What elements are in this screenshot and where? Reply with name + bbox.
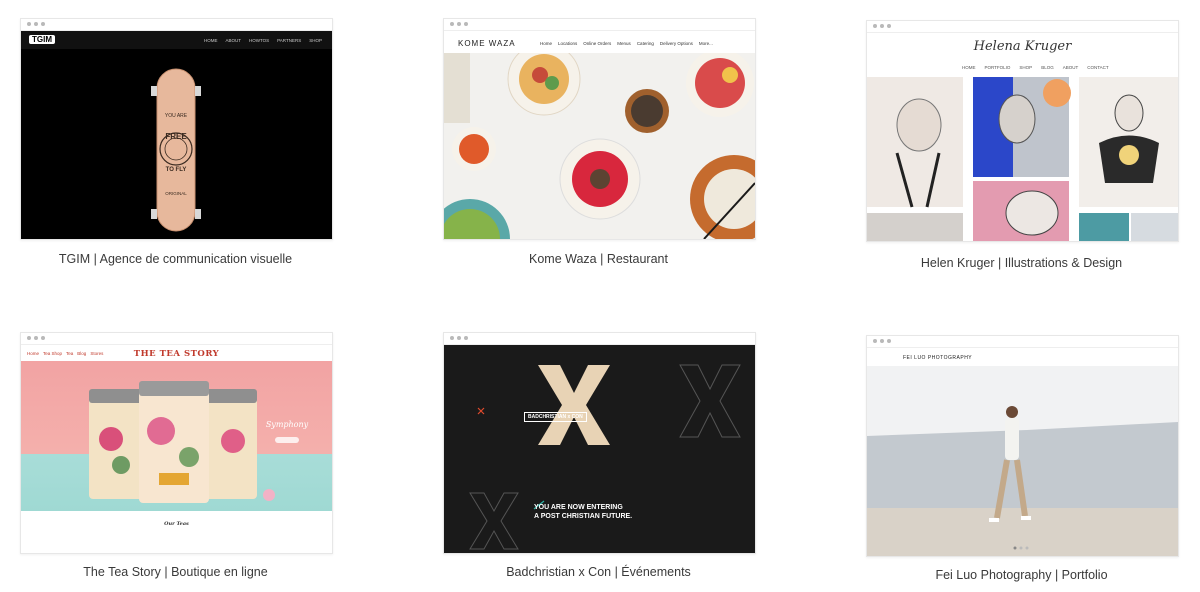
site-preview-fei-luo[interactable]: FEI LUO PHOTOGRAPHY	[866, 335, 1179, 557]
tea-hero-text: Symphony	[266, 420, 309, 429]
skateboard-illustration: YOU ARE FREE TO FLY ORIGINAL	[151, 68, 201, 232]
window-dots-icon	[873, 339, 891, 343]
nav-item[interactable]: Home	[540, 41, 552, 46]
site-preview-badchristian[interactable]: BADCHRISTIAN x CON YOU ARE NOW ENTERING …	[443, 332, 756, 554]
site-preview-tgim[interactable]: TGIM HOME ABOUT HOWTOS PARTNERS SHOP YOU…	[20, 18, 333, 240]
browser-chrome	[444, 333, 755, 345]
illustration-grid	[867, 77, 1178, 241]
board-text-4: ORIGINAL	[165, 191, 187, 196]
site-preview-tea-story[interactable]: Home Tea Shop Tea Blog Stores THE TEA ST…	[20, 332, 333, 554]
browser-chrome	[21, 19, 332, 31]
board-text-3: TO FLY	[166, 167, 187, 173]
board-text-1: YOU ARE	[165, 113, 188, 119]
site-preview-helen-kruger[interactable]: Helena Kruger HOME PORTFOLIO SHOP BLOG A…	[866, 20, 1179, 242]
badchristian-tag: BADCHRISTIAN x CON	[524, 412, 587, 422]
window-dots-icon	[450, 336, 468, 340]
tea-screen: Home Tea Shop Tea Blog Stores THE TEA ST…	[21, 345, 332, 553]
window-dots-icon	[27, 22, 45, 26]
window-dots-icon	[27, 336, 45, 340]
kome-screen: KOME WAZA Home Locations Online Orders M…	[444, 31, 755, 239]
card-caption[interactable]: Kome Waza | Restaurant	[443, 252, 754, 266]
tea-hero: Symphony	[21, 361, 332, 511]
badchristian-screen: BADCHRISTIAN x CON YOU ARE NOW ENTERING …	[444, 345, 755, 553]
card-caption[interactable]: TGIM | Agence de communication visuelle	[20, 252, 331, 266]
nav-item[interactable]: Menus	[617, 41, 631, 46]
food-bowls-illustration	[444, 42, 755, 239]
headline-line-1: YOU ARE NOW ENTERING	[534, 504, 623, 511]
window-dots-icon	[873, 24, 891, 28]
nav-item[interactable]: Delivery Options	[660, 41, 693, 46]
badchristian-headline: YOU ARE NOW ENTERING A POST CHRISTIAN FU…	[534, 503, 632, 521]
tea-tins-illustration: Symphony	[89, 381, 309, 503]
browser-chrome	[867, 21, 1178, 33]
kome-nav: Home Locations Online Orders Menus Cater…	[540, 41, 713, 46]
browser-chrome	[444, 19, 755, 31]
nav-item[interactable]: Catering	[637, 41, 654, 46]
rooftop-photo	[867, 366, 1178, 556]
x-logo-illustration	[469, 364, 741, 550]
tgim-screen: TGIM HOME ABOUT HOWTOS PARTNERS SHOP YOU…	[21, 31, 332, 239]
site-preview-kome-waza[interactable]: KOME WAZA Home Locations Online Orders M…	[443, 18, 756, 240]
headline-line-2: A POST CHRISTIAN FUTURE.	[534, 513, 633, 520]
kome-brand: KOME WAZA	[458, 39, 516, 48]
nav-item[interactable]: More...	[699, 41, 713, 46]
window-dots-icon	[450, 22, 468, 26]
tea-title: THE TEA STORY	[133, 349, 220, 359]
helen-screen: Helena Kruger HOME PORTFOLIO SHOP BLOG A…	[867, 33, 1178, 241]
nav-item[interactable]: Online Orders	[583, 41, 611, 46]
browser-chrome	[21, 333, 332, 345]
nav-item[interactable]: Locations	[558, 41, 577, 46]
browser-chrome	[867, 336, 1178, 348]
board-text-2: FREE	[165, 132, 187, 141]
food-photo	[444, 42, 755, 239]
card-caption[interactable]: Fei Luo Photography | Portfolio	[866, 568, 1177, 582]
fei-screen: FEI LUO PHOTOGRAPHY	[867, 348, 1178, 556]
card-caption[interactable]: The Tea Story | Boutique en ligne	[20, 565, 331, 579]
tea-section-title: Our Teas	[164, 521, 189, 527]
card-caption[interactable]: Helen Kruger | Illustrations & Design	[866, 256, 1177, 270]
card-caption[interactable]: Badchristian x Con | Événements	[443, 565, 754, 579]
